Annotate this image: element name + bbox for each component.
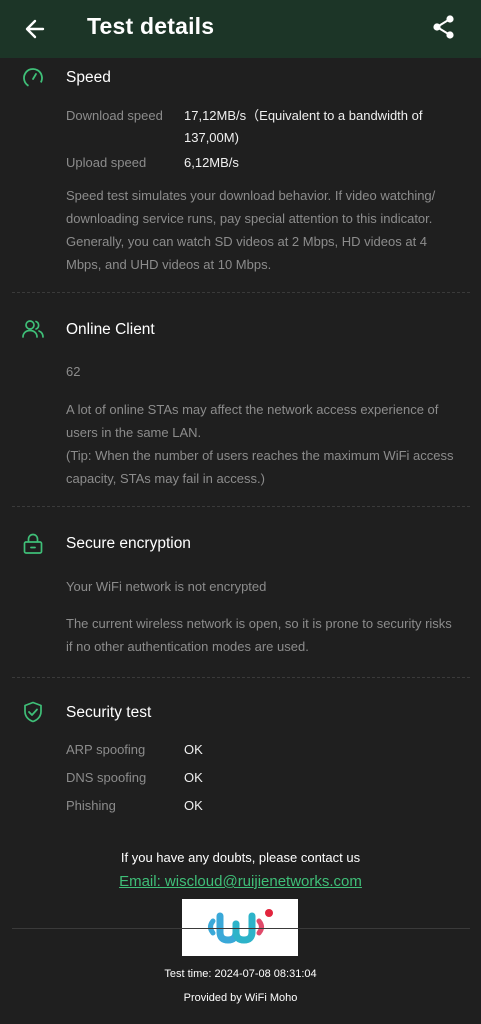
- security-test-row: Phishing OK: [66, 795, 203, 817]
- security-test-label: Phishing: [66, 798, 116, 813]
- divider: [12, 292, 470, 293]
- security-test-label: DNS spoofing: [66, 770, 147, 785]
- provided-by: Provided by WiFi Moho: [183, 992, 298, 1004]
- divider: [12, 677, 470, 678]
- online-client-description-text: A lot of online STAs may affect the netw…: [66, 402, 439, 440]
- speedometer-icon: [23, 68, 43, 88]
- back-button[interactable]: [18, 12, 52, 46]
- download-speed-label: Download speed: [66, 108, 163, 123]
- online-client-title: Online Client: [66, 321, 155, 338]
- share-icon: [433, 15, 454, 39]
- security-test-label: ARP spoofing: [66, 742, 146, 757]
- security-test-value: OK: [184, 798, 203, 813]
- upload-speed-value: 6,12MB/s: [184, 155, 239, 170]
- app-header: Test details: [0, 0, 481, 58]
- encryption-status: Your WiFi network is not encrypted: [66, 579, 267, 594]
- users-icon: [22, 320, 44, 338]
- speed-title: Speed: [66, 69, 111, 86]
- security-test-row: DNS spoofing OK: [66, 767, 203, 789]
- email-link-wrapper: Email: wiscloud@ruijienetworks.com: [0, 873, 481, 890]
- secure-encryption-title: Secure encryption: [66, 535, 191, 552]
- footer-divider: [12, 928, 470, 929]
- lock-icon: [23, 533, 43, 554]
- page-title: Test details: [87, 13, 215, 39]
- security-test-value: OK: [184, 770, 203, 785]
- download-speed-value: 17,12MB/s（Equivalent to a bandwidth of 1…: [184, 108, 423, 145]
- online-client-description: A lot of online STAs may affect the netw…: [66, 398, 461, 490]
- share-button[interactable]: [427, 10, 461, 44]
- security-test-title: Security test: [66, 704, 152, 721]
- arrow-left-icon: [25, 19, 45, 39]
- download-speed-row: Download speed 17,12MB/s（Equivalent to a …: [66, 105, 449, 149]
- email-link[interactable]: Email: wiscloud@ruijienetworks.com: [119, 873, 362, 890]
- security-test-row: ARP spoofing OK: [66, 739, 203, 761]
- online-client-count-value: 62: [66, 364, 81, 379]
- upload-speed-row: Upload speed 6,12MB/s: [66, 152, 239, 174]
- security-test-value: OK: [184, 742, 203, 757]
- online-client-count: 62: [66, 361, 184, 383]
- contact-prompt: If you have any doubts, please contact u…: [120, 850, 361, 865]
- online-client-tip: (Tip: When the number of users reaches t…: [66, 448, 454, 486]
- divider: [12, 506, 470, 507]
- upload-speed-label: Upload speed: [66, 155, 147, 170]
- speed-description: Speed test simulates your download behav…: [66, 188, 436, 272]
- shield-check-icon: [24, 701, 42, 723]
- encryption-description: The current wireless network is open, so…: [66, 616, 452, 654]
- test-time: Test time: 2024-07-08 08:31:04: [164, 968, 317, 980]
